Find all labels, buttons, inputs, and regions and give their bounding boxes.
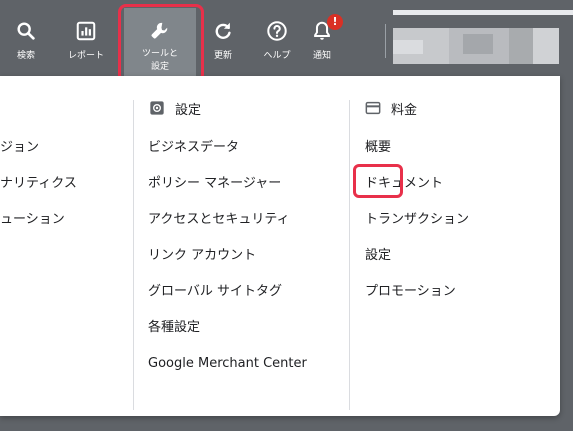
reports-button[interactable]: レポート — [56, 20, 116, 62]
search-button[interactable]: 検索 — [0, 20, 56, 62]
menu-item-policy-manager[interactable]: ポリシー マネージャー — [148, 174, 281, 194]
search-label: 検索 — [16, 51, 35, 61]
reports-icon — [76, 21, 96, 41]
notification-badge: ! — [327, 14, 343, 30]
billing-heading-label: 料金 — [391, 102, 418, 118]
menu-item-billing-settings[interactable]: 設定 — [365, 246, 391, 266]
menu-item-partial-2[interactable]: ナリティクス — [0, 174, 77, 194]
gear-icon — [150, 101, 164, 115]
menu-item-partial-3[interactable]: ューション — [0, 210, 65, 230]
notifications-button[interactable]: ! 通知 — [292, 14, 352, 62]
column-divider — [349, 100, 350, 410]
help-icon — [267, 21, 287, 41]
menu-item-transactions[interactable]: トランザクション — [365, 210, 469, 230]
reports-label: レポート — [67, 51, 104, 61]
menu-item-linked-accounts[interactable]: リンク アカウント — [148, 246, 256, 266]
menu-item-business-data[interactable]: ビジネスデータ — [148, 138, 239, 158]
settings-heading-label: 設定 — [175, 102, 202, 118]
tools-highlight-frame — [118, 4, 204, 83]
account-info-blurred[interactable] — [393, 10, 573, 70]
credit-card-icon — [365, 101, 381, 115]
menu-item-preferences[interactable]: 各種設定 — [148, 318, 200, 338]
tools-settings-dropdown: ジョン ナリティクス ューション 設定 ビジネスデータ ポリシー マネージャー … — [0, 76, 560, 416]
toolbar-divider — [385, 24, 386, 58]
menu-item-billing-summary[interactable]: 概要 — [365, 138, 391, 158]
settings-section-heading: 設定 — [149, 97, 201, 119]
menu-item-global-site-tag[interactable]: グローバル サイトタグ — [148, 282, 282, 302]
menu-item-merchant-center[interactable]: Google Merchant Center — [148, 354, 307, 374]
billing-settings-highlight-frame — [353, 164, 403, 198]
billing-section-heading: 料金 — [365, 97, 417, 119]
column-divider — [133, 100, 134, 410]
menu-item-promotions[interactable]: プロモーション — [365, 282, 456, 302]
menu-item-access-security[interactable]: アクセスとセキュリティ — [148, 210, 290, 230]
menu-item-partial-1[interactable]: ジョン — [0, 138, 39, 158]
refresh-icon — [215, 22, 231, 39]
search-icon — [17, 22, 35, 40]
notifications-label: 通知 — [312, 51, 331, 61]
top-navigation-bar: 検索 レポート ツールと 設定 更新 ヘルプ ! 通知 — [0, 0, 573, 86]
